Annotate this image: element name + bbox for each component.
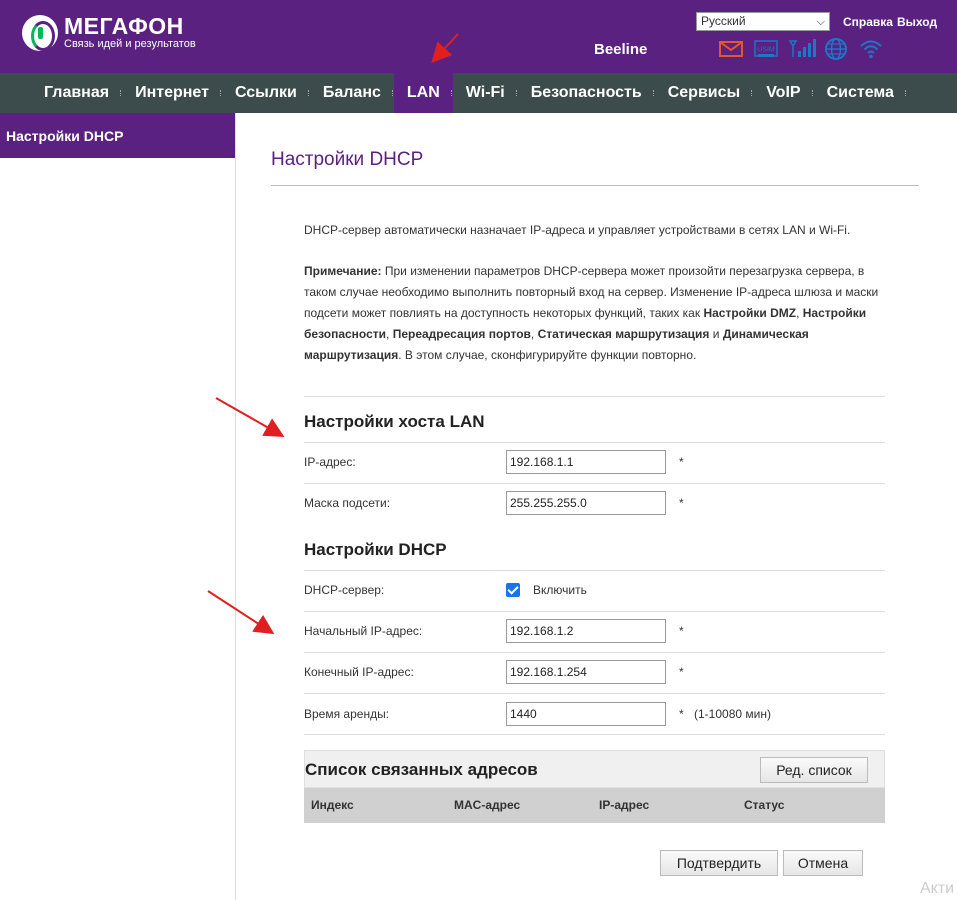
column-ip: IP-адрес bbox=[599, 798, 650, 812]
nav-system[interactable]: Система bbox=[814, 73, 907, 113]
nav-voip[interactable]: VoIP bbox=[753, 73, 813, 113]
row-divider bbox=[304, 483, 885, 484]
sidebar: Настройки DHCP bbox=[0, 113, 236, 900]
row-divider bbox=[304, 734, 885, 735]
main-nav: Главная Интернет Ссылки Баланс LAN Wi-Fi… bbox=[0, 73, 957, 113]
row-divider bbox=[304, 611, 885, 612]
nav-wifi[interactable]: Wi-Fi bbox=[453, 73, 518, 113]
nav-links[interactable]: Ссылки bbox=[222, 73, 310, 113]
subnet-mask-label: Маска подсети: bbox=[304, 496, 391, 510]
top-header: МегаФон Связь идей и результатов Русский… bbox=[0, 0, 957, 73]
nav-internet[interactable]: Интернет bbox=[122, 73, 222, 113]
chevron-down-icon: ⌵ bbox=[816, 16, 825, 28]
logo-mark-icon bbox=[22, 14, 58, 51]
section-divider bbox=[304, 396, 885, 397]
bound-list-table-header bbox=[304, 788, 885, 823]
logout-link[interactable]: Выход bbox=[897, 15, 937, 29]
lease-time-input[interactable] bbox=[506, 702, 666, 726]
row-divider bbox=[304, 442, 885, 443]
nav-security[interactable]: Безопасность bbox=[518, 73, 655, 113]
page-note: Примечание: При изменении параметров DHC… bbox=[304, 264, 879, 362]
globe-icon bbox=[823, 37, 849, 61]
column-status: Статус bbox=[744, 798, 785, 812]
start-ip-input[interactable] bbox=[506, 619, 666, 643]
activation-watermark: Акти bbox=[920, 880, 955, 897]
nav-home[interactable]: Главная bbox=[31, 73, 122, 113]
edit-list-button[interactable]: Ред. список bbox=[760, 757, 868, 783]
usim-icon: USIM bbox=[753, 37, 779, 61]
nav-balance[interactable]: Баланс bbox=[310, 73, 394, 113]
language-value: Русский bbox=[701, 14, 746, 28]
sidebar-item-dhcp-settings[interactable]: Настройки DHCP bbox=[0, 113, 235, 158]
brand-slogan: Связь идей и результатов bbox=[64, 38, 196, 50]
signal-icon bbox=[788, 37, 816, 61]
nav-services[interactable]: Сервисы bbox=[655, 73, 753, 113]
operator-name: Beeline bbox=[594, 41, 648, 58]
subnet-mask-input[interactable] bbox=[506, 491, 666, 515]
start-ip-label: Начальный IP-адрес: bbox=[304, 624, 423, 638]
title-divider bbox=[271, 185, 919, 186]
lan-host-section-title: Настройки хоста LAN bbox=[304, 412, 485, 431]
dhcp-server-label: DHCP-сервер: bbox=[304, 583, 385, 597]
lease-time-label: Время аренды: bbox=[304, 707, 390, 721]
ip-address-label: IP-адрес: bbox=[304, 455, 356, 469]
usim-label: USIM bbox=[757, 47, 775, 54]
required-mark: * bbox=[679, 665, 684, 679]
brand-name: МегаФон bbox=[64, 13, 184, 39]
dhcp-enable-label[interactable]: Включить bbox=[533, 583, 587, 597]
row-divider bbox=[304, 693, 885, 694]
note-label: Примечание: bbox=[304, 264, 382, 278]
help-link[interactable]: Справка bbox=[843, 15, 893, 29]
mail-icon[interactable] bbox=[718, 37, 744, 61]
megafon-logo[interactable]: МегаФон Связь идей и результатов bbox=[22, 14, 196, 51]
end-ip-input[interactable] bbox=[506, 660, 666, 684]
required-mark: * bbox=[679, 496, 684, 510]
ip-address-input[interactable] bbox=[506, 450, 666, 474]
page-description: DHCP-сервер автоматически назначает IP-а… bbox=[304, 223, 851, 237]
page-title: Настройки DHCP bbox=[271, 149, 424, 170]
cancel-button[interactable]: Отмена bbox=[783, 850, 863, 876]
required-mark: * bbox=[679, 624, 684, 638]
dhcp-enable-checkbox[interactable] bbox=[506, 583, 520, 597]
lease-time-range: (1-10080 мин) bbox=[694, 707, 771, 721]
wifi-icon bbox=[858, 37, 884, 61]
row-divider bbox=[304, 570, 885, 571]
column-mac: MAC-адрес bbox=[454, 798, 521, 812]
confirm-button[interactable]: Подтвердить bbox=[660, 850, 778, 876]
dhcp-section-title: Настройки DHCP bbox=[304, 540, 447, 559]
required-mark: * bbox=[679, 455, 684, 469]
required-mark: * bbox=[679, 707, 684, 721]
bound-list-title: Список связанных адресов bbox=[305, 760, 538, 779]
end-ip-label: Конечный IP-адрес: bbox=[304, 665, 414, 679]
row-divider bbox=[304, 652, 885, 653]
language-select[interactable]: Русский ⌵ bbox=[696, 12, 830, 31]
nav-lan[interactable]: LAN bbox=[393, 73, 453, 113]
column-index: Индекс bbox=[311, 798, 354, 812]
